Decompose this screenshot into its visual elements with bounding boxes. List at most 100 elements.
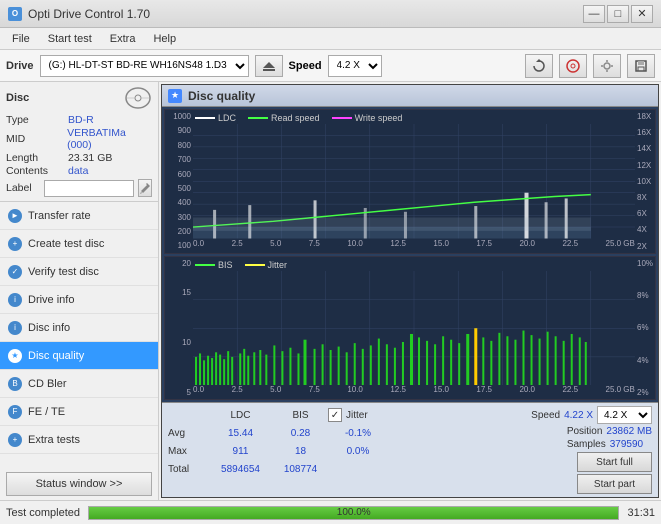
menu-start-test[interactable]: Start test	[40, 31, 100, 47]
app-icon: O	[8, 7, 22, 21]
nav-label-bler: CD Bler	[28, 378, 67, 390]
total-label: Total	[168, 464, 208, 475]
jitter-checkbox[interactable]: ✓	[328, 408, 342, 422]
stats-total-row: Total 5894654 108774	[168, 460, 531, 478]
samples-row: Samples 379590	[567, 439, 643, 450]
app-title: Opti Drive Control 1.70	[28, 7, 150, 21]
chart1-x-axis: 0.0 2.5 5.0 7.5 10.0 12.5 15.0 17.5 20.0…	[193, 239, 635, 253]
menu-bar: File Start test Extra Help	[0, 28, 661, 50]
maximize-button[interactable]: □	[607, 5, 629, 23]
menu-help[interactable]: Help	[145, 31, 184, 47]
settings-button[interactable]	[593, 54, 621, 78]
stats-col-ldc: LDC	[208, 410, 273, 421]
chart2-y-right: 10% 8% 6% 4% 2%	[635, 257, 655, 400]
drive-label: Drive	[6, 60, 34, 72]
legend-bis: BIS	[195, 260, 233, 270]
speed-info-label: Speed	[531, 410, 560, 421]
right-content: ★ Disc quality LDC Read speed	[159, 82, 661, 500]
chart1: LDC Read speed Write speed 1000	[164, 109, 656, 254]
nav-verify-test-disc[interactable]: ✓ Verify test disc	[0, 258, 158, 286]
stats-header-row: LDC BIS ✓ Jitter	[168, 406, 531, 424]
quality-header: ★ Disc quality	[162, 85, 658, 107]
nav-icon-bler: B	[8, 377, 22, 391]
chart2-legend: BIS Jitter	[195, 260, 287, 270]
nav-create-test-disc[interactable]: + Create test disc	[0, 230, 158, 258]
samples-label: Samples	[567, 439, 606, 450]
total-ldc: 5894654	[208, 464, 273, 475]
close-button[interactable]: ✕	[631, 5, 653, 23]
type-label: Type	[6, 114, 68, 126]
length-label: Length	[6, 152, 68, 164]
minimize-button[interactable]: —	[583, 5, 605, 23]
start-full-button[interactable]: Start full	[577, 452, 652, 472]
window-controls: — □ ✕	[583, 5, 653, 23]
charts-area: LDC Read speed Write speed 1000	[162, 107, 658, 402]
progress-text: 100.0%	[89, 507, 618, 519]
disc-panel-title: Disc	[6, 92, 29, 104]
quality-icon: ★	[168, 89, 182, 103]
nav-label-quality: Disc quality	[28, 350, 84, 362]
nav-disc-info[interactable]: i Disc info	[0, 314, 158, 342]
label-row: Label	[6, 179, 152, 197]
status-window-button[interactable]: Status window >>	[6, 472, 152, 496]
stats-col-bis: BIS	[273, 410, 328, 421]
eject-button[interactable]	[255, 55, 283, 77]
speed-select[interactable]: 4.2 X	[328, 55, 382, 77]
nav-label-create: Create test disc	[28, 238, 104, 250]
edit-icon	[139, 182, 151, 194]
disc-button[interactable]	[559, 54, 587, 78]
nav-icon-verify: ✓	[8, 265, 22, 279]
avg-bis: 0.28	[273, 428, 328, 439]
sidebar: Disc Type BD-R MID VERBATIMa (000) Lengt…	[0, 82, 159, 500]
menu-file[interactable]: File	[4, 31, 38, 47]
legend-jitter-dot	[245, 264, 265, 266]
nav-disc-quality[interactable]: ★ Disc quality	[0, 342, 158, 370]
legend-read: Read speed	[248, 113, 320, 123]
nav-icon-quality: ★	[8, 349, 22, 363]
mid-row: MID VERBATIMa (000)	[6, 127, 152, 151]
label-edit-button[interactable]	[138, 179, 152, 197]
max-jitter: 0.0%	[328, 446, 388, 457]
chart2-svg	[193, 271, 635, 386]
label-input[interactable]	[44, 180, 134, 197]
progress-bar-container: 100.0%	[88, 506, 619, 520]
legend-jitter-text: Jitter	[268, 260, 288, 270]
avg-label: Avg	[168, 428, 208, 439]
legend-ldc-text: LDC	[218, 113, 236, 123]
nav-items: ► Transfer rate + Create test disc ✓ Ver…	[0, 202, 158, 468]
start-part-button[interactable]: Start part	[577, 474, 652, 494]
refresh-button[interactable]	[525, 54, 553, 78]
samples-value: 379590	[610, 439, 643, 450]
nav-drive-info[interactable]: i Drive info	[0, 286, 158, 314]
chart2: BIS Jitter 20 15 10 5	[164, 256, 656, 401]
contents-value: data	[68, 165, 88, 177]
nav-fe-te[interactable]: F FE / TE	[0, 398, 158, 426]
stats-table: LDC BIS ✓ Jitter Avg 15.44 0.28 -0.1%	[168, 406, 531, 478]
legend-bis-dot	[195, 264, 215, 266]
avg-jitter: -0.1%	[328, 428, 388, 439]
speed-select-stats[interactable]: 4.2 X	[597, 406, 652, 424]
legend-write-text: Write speed	[355, 113, 403, 123]
stats-avg-row: Avg 15.44 0.28 -0.1%	[168, 424, 531, 442]
nav-label-fete: FE / TE	[28, 406, 65, 418]
nav-cd-bler[interactable]: B CD Bler	[0, 370, 158, 398]
nav-label-transfer: Transfer rate	[28, 210, 91, 222]
settings-icon	[600, 59, 614, 73]
chart1-svg	[193, 124, 635, 239]
refresh-icon	[532, 59, 546, 73]
label-field-label: Label	[6, 182, 40, 194]
right-stats: Speed 4.22 X 4.2 X Position 23862 MB Sam…	[531, 406, 652, 494]
chart1-y-left: 1000 900 800 700 600 500 400 300 200 100	[165, 110, 193, 253]
nav-transfer-rate[interactable]: ► Transfer rate	[0, 202, 158, 230]
status-time: 31:31	[627, 507, 655, 519]
max-label: Max	[168, 446, 208, 457]
total-bis: 108774	[273, 464, 328, 475]
status-bar: Test completed 100.0% 31:31	[0, 500, 661, 524]
nav-extra-tests[interactable]: + Extra tests	[0, 426, 158, 454]
speed-label: Speed	[289, 60, 322, 72]
save-button[interactable]	[627, 54, 655, 78]
drive-select[interactable]: (G:) HL-DT-ST BD-RE WH16NS48 1.D3	[40, 55, 249, 77]
legend-ldc: LDC	[195, 113, 236, 123]
menu-extra[interactable]: Extra	[102, 31, 144, 47]
legend-jitter: Jitter	[245, 260, 288, 270]
